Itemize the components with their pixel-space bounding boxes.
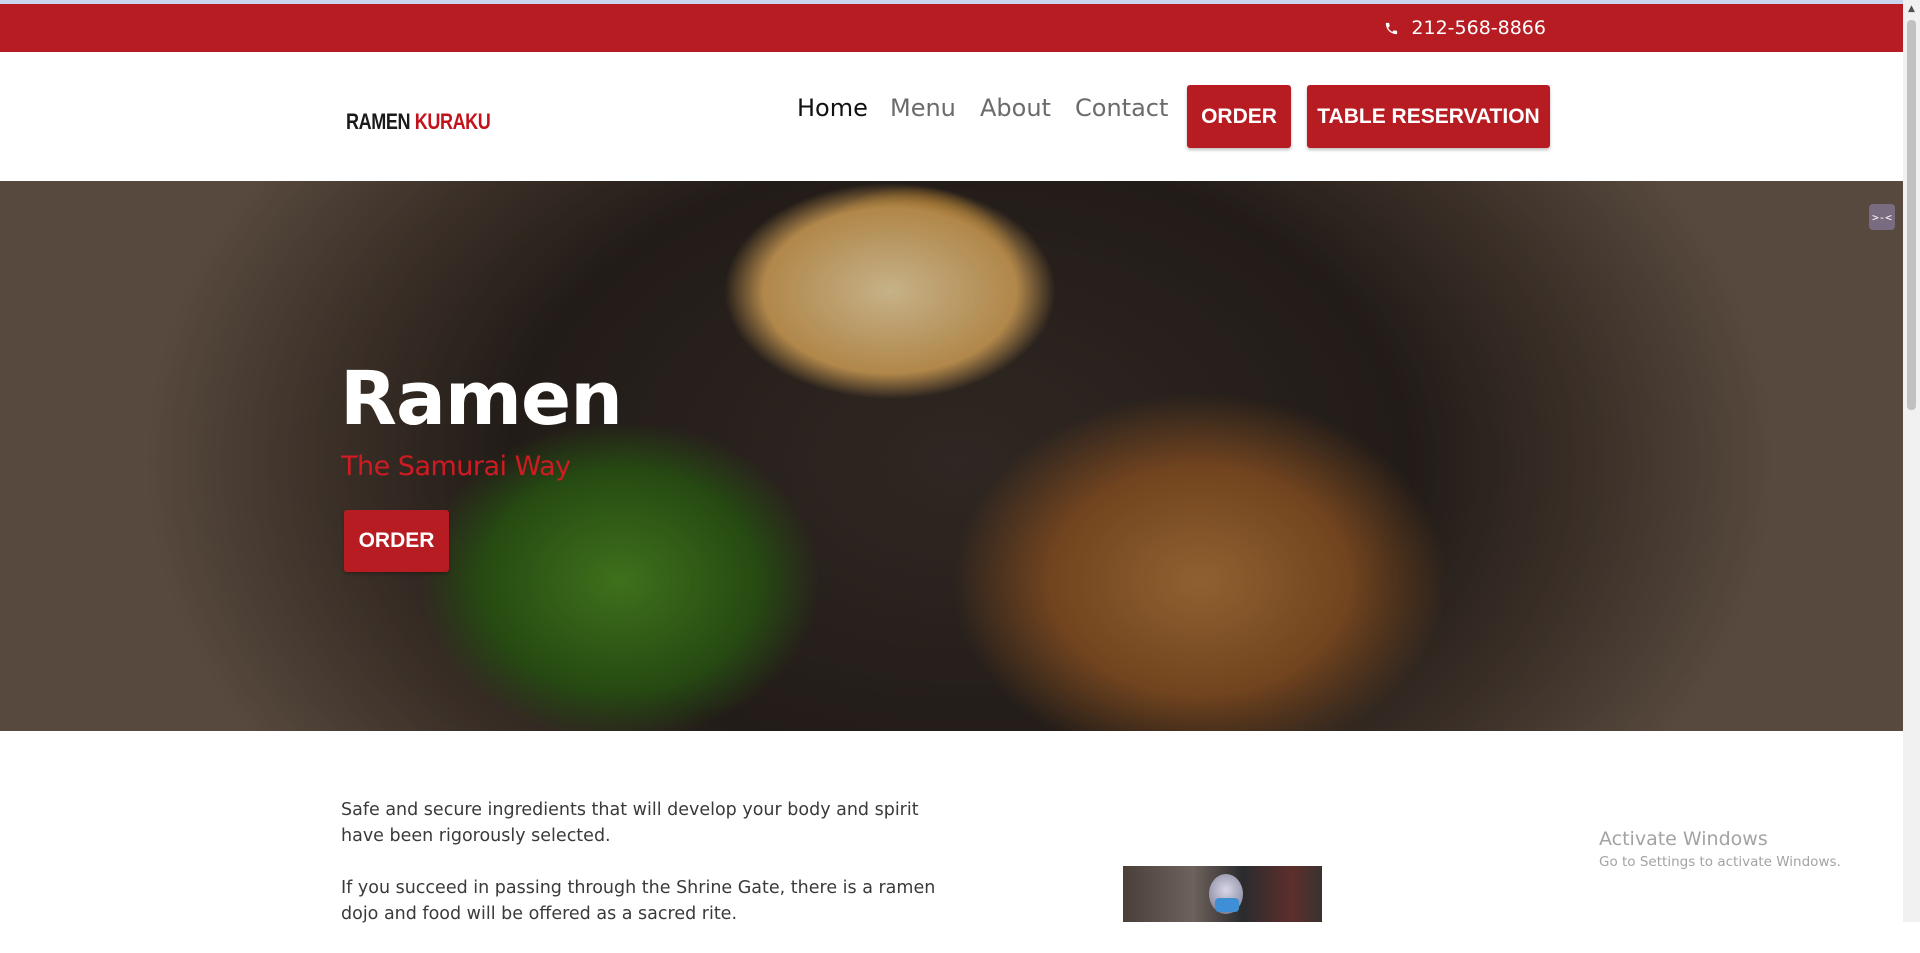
phone-link[interactable]: 212-568-8866 (1384, 4, 1546, 52)
intro-section: Safe and secure ingredients that will de… (341, 797, 941, 953)
scrollbar-thumb[interactable] (1907, 20, 1916, 410)
windows-activation-watermark: Activate Windows Go to Settings to activ… (1599, 828, 1841, 870)
intro-paragraph-2: If you succeed in passing through the Sh… (341, 878, 936, 924)
logo-text-kuraku: KURAKU (414, 109, 491, 134)
hero-title: Ramen (340, 356, 623, 442)
chef-photo (1123, 866, 1322, 922)
top-contact-bar: 212-568-8866 (0, 4, 1903, 52)
site-header: RAMEN KURAKU Home Menu About Contact ORD… (0, 52, 1903, 181)
scrollbar[interactable]: ▲ (1903, 0, 1920, 922)
phone-number: 212-568-8866 (1411, 17, 1546, 39)
scroll-up-arrow[interactable]: ▲ (1903, 4, 1920, 18)
nav-about[interactable]: About (980, 93, 1051, 123)
chef-mask (1215, 898, 1239, 912)
logo-text-ramen: RAMEN (346, 109, 411, 134)
phone-icon (1386, 22, 1398, 34)
hero-subtitle: The Samurai Way (341, 451, 571, 482)
intro-paragraph-1: Safe and secure ingredients that will de… (341, 800, 919, 846)
nav-contact[interactable]: Contact (1075, 93, 1168, 123)
activate-title: Activate Windows (1599, 828, 1768, 850)
extension-icon[interactable]: >-< (1869, 204, 1895, 230)
activate-subtitle: Go to Settings to activate Windows. (1599, 854, 1841, 870)
nav-menu[interactable]: Menu (890, 93, 956, 123)
hero-order-button[interactable]: ORDER (344, 510, 449, 572)
nav-home[interactable]: Home (797, 93, 868, 123)
order-button[interactable]: ORDER (1187, 85, 1291, 148)
hero-image-overlay (0, 181, 1903, 731)
site-logo[interactable]: RAMEN KURAKU (346, 109, 491, 135)
hero-banner: Ramen The Samurai Way ORDER (0, 181, 1903, 731)
table-reservation-button[interactable]: TABLE RESERVATION (1307, 85, 1550, 148)
